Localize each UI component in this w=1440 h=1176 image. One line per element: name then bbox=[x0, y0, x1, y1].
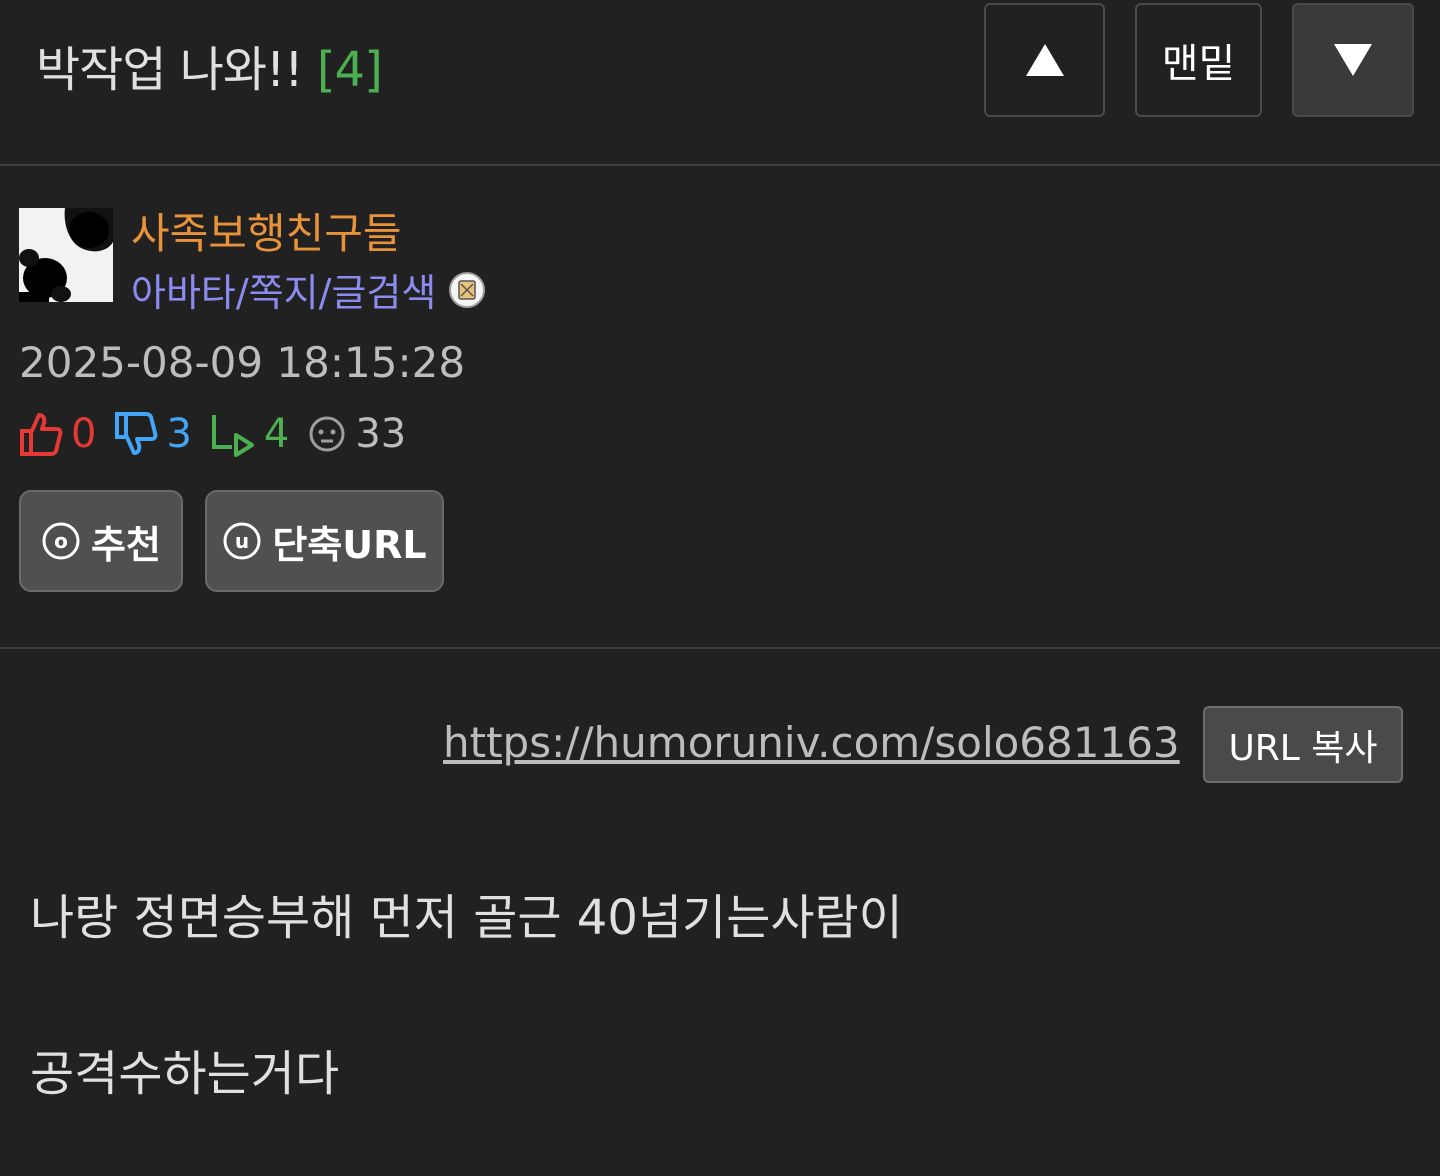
avatar[interactable] bbox=[19, 208, 113, 302]
reply-arrow-icon bbox=[211, 415, 254, 457]
downvote-stat: 3 bbox=[114, 411, 192, 457]
paw-print-avatar-icon bbox=[19, 208, 113, 302]
author-links-text[interactable]: 아바타/쪽지/글검색 bbox=[131, 262, 436, 317]
view-stat: 33 bbox=[307, 411, 406, 457]
post-title-text: 박작업 나와!! bbox=[36, 42, 304, 98]
smiley-face-icon bbox=[309, 416, 345, 452]
recommend-glyph: o bbox=[54, 529, 68, 553]
post-title: 박작업 나와!! [4] bbox=[36, 30, 383, 100]
recommend-circle-icon: o bbox=[42, 522, 80, 560]
post-body-line: 공격수하는거다 bbox=[30, 1046, 340, 1102]
short-url-button[interactable]: u 단축URL bbox=[205, 490, 444, 592]
author-divider bbox=[0, 647, 1440, 649]
thumbs-down-icon bbox=[115, 412, 158, 455]
short-url-glyph: u bbox=[235, 529, 249, 553]
view-count: 33 bbox=[355, 411, 407, 457]
comment-count[interactable]: [4] bbox=[317, 42, 383, 98]
recommend-label: 추천 bbox=[91, 522, 161, 567]
scroll-bottom-button[interactable]: 맨밑 bbox=[1135, 3, 1262, 117]
post-stats: 0 3 4 33 bbox=[19, 408, 424, 460]
upvote-stat: 0 bbox=[19, 411, 96, 457]
triangle-up-icon bbox=[1025, 44, 1064, 76]
post-page: 박작업 나와!! [4] 맨밑 사족보행친구들 아바타/쪽지/글검색 2025-… bbox=[0, 0, 1440, 1176]
upvote-count: 0 bbox=[71, 411, 97, 457]
triangle-down-icon bbox=[1334, 44, 1372, 76]
post-header: 박작업 나와!! [4] 맨밑 bbox=[0, 0, 1440, 164]
scroll-down-button[interactable] bbox=[1292, 3, 1414, 117]
short-url-circle-icon: u bbox=[223, 522, 261, 560]
post-url-link[interactable]: https://humoruniv.com/solo681163 bbox=[443, 718, 1180, 767]
author-links: 아바타/쪽지/글검색 bbox=[131, 262, 486, 317]
level-badge-icon bbox=[449, 271, 486, 308]
reply-count: 4 bbox=[263, 411, 290, 457]
reply-stat: 4 bbox=[210, 411, 289, 457]
thumbs-up-icon bbox=[20, 413, 63, 456]
short-url-label: 단축URL bbox=[272, 522, 427, 567]
scroll-up-button[interactable] bbox=[984, 3, 1105, 117]
post-body-line: 나랑 정면승부해 먼저 골근 40넘기는사람이 bbox=[30, 890, 903, 946]
post-datetime: 2025-08-09 18:15:28 bbox=[19, 338, 466, 387]
scroll-bottom-label: 맨밑 bbox=[1161, 41, 1236, 87]
author-name[interactable]: 사족보행친구들 bbox=[131, 200, 401, 261]
downvote-count: 3 bbox=[166, 411, 192, 457]
recommend-button[interactable]: o 추천 bbox=[19, 490, 183, 592]
header-divider bbox=[0, 164, 1440, 166]
copy-url-button[interactable]: URL 복사 bbox=[1203, 706, 1403, 783]
